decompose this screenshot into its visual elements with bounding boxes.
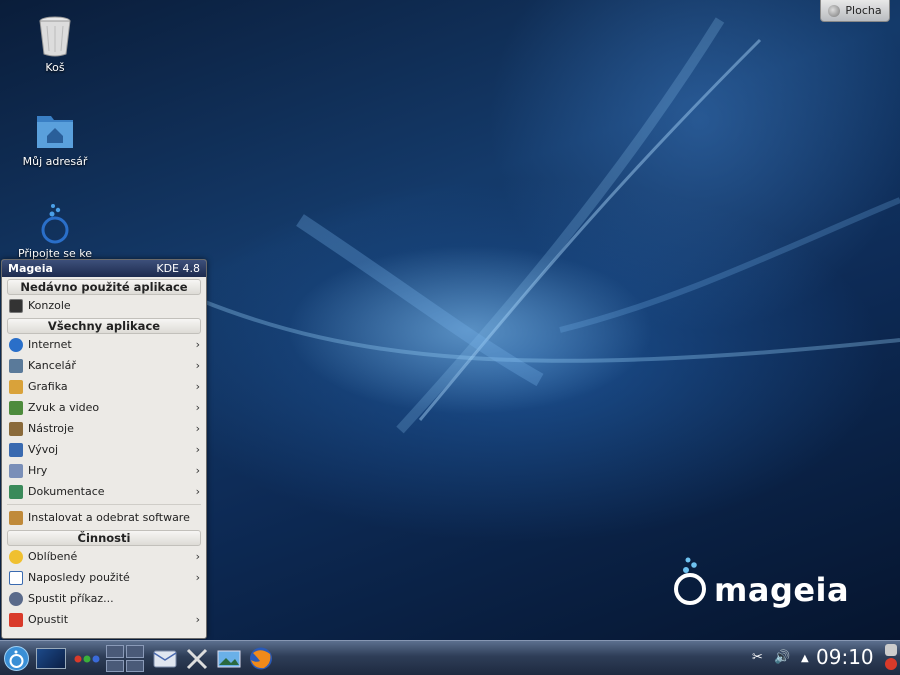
tools-icon — [9, 421, 23, 436]
menu-item-konzole[interactable]: Konzole — [2, 295, 206, 316]
menu-item-label: Instalovat a odebrat software — [28, 511, 190, 524]
activities-header: Činnosti — [7, 530, 201, 546]
menu-item-vyvoj[interactable]: Vývoj › — [2, 439, 206, 460]
package-icon — [9, 510, 23, 525]
menu-item-nastroje[interactable]: Nástroje › — [2, 418, 206, 439]
menu-version: KDE 4.8 — [156, 262, 200, 275]
desktop-icon-label: Můj adresář — [22, 155, 88, 168]
mageia-wordmark: mageia — [714, 571, 850, 609]
image-viewer-icon[interactable] — [216, 645, 242, 672]
graphics-icon — [9, 379, 23, 394]
desktop-1[interactable] — [106, 645, 124, 658]
menu-item-label: Vývoj — [28, 443, 59, 456]
mageia-cauldron-icon — [674, 557, 706, 605]
desktop-2[interactable] — [126, 645, 144, 658]
chevron-right-icon: › — [195, 443, 200, 456]
chevron-right-icon: › — [195, 613, 200, 626]
desktop-toolbox-label: Plocha — [845, 4, 882, 17]
menu-item-label: Spustit příkaz... — [28, 592, 114, 605]
menu-item-zvuk-a-video[interactable]: Zvuk a video › — [2, 397, 206, 418]
power-icon — [9, 612, 23, 627]
menu-item-label: Hry — [28, 464, 48, 477]
chevron-right-icon: › — [195, 359, 200, 372]
chevron-right-icon: › — [195, 338, 200, 351]
volume-icon[interactable]: 🔊 — [774, 650, 790, 665]
desktop-toolbox-button[interactable]: Plocha — [820, 0, 890, 22]
toolbox-icon — [828, 4, 841, 17]
menu-item-label: Konzole — [28, 299, 71, 312]
virtual-desktops[interactable] — [106, 645, 144, 672]
games-icon — [9, 463, 23, 478]
menu-item-label: Grafika — [28, 380, 68, 393]
taskbar — [0, 640, 900, 675]
menu-item-label: Kancelář — [28, 359, 76, 372]
menu-title: Mageia — [8, 262, 53, 275]
desktop-icon-trash[interactable]: Koš — [5, 16, 105, 74]
office-icon — [9, 358, 23, 373]
activity-manager-icon[interactable] — [72, 645, 102, 672]
home-folder-icon — [37, 116, 73, 148]
chevron-right-icon: › — [195, 422, 200, 435]
menu-item-label: Dokumentace — [28, 485, 105, 498]
application-launcher-menu: Mageia KDE 4.8 Nedávno použité aplikace … — [1, 259, 207, 639]
power-icon[interactable] — [885, 658, 897, 670]
star-icon — [9, 549, 23, 564]
trash-icon — [39, 16, 71, 57]
documentation-icon — [9, 484, 23, 499]
lock-icon[interactable] — [885, 644, 897, 656]
menu-item-oblibene[interactable]: Oblíbené › — [2, 546, 206, 567]
chevron-right-icon: › — [195, 485, 200, 498]
menu-item-hry[interactable]: Hry › — [2, 460, 206, 481]
menu-item-spustit-prikaz[interactable]: Spustit příkaz... — [2, 588, 206, 609]
desktop-3[interactable] — [106, 659, 124, 672]
tools-icon[interactable] — [184, 645, 210, 672]
development-icon — [9, 442, 23, 457]
clock[interactable]: 09:10 — [816, 645, 874, 669]
mageia-logo: mageia — [672, 556, 849, 606]
terminal-icon — [9, 298, 23, 313]
scissors-icon[interactable]: ✂ — [752, 650, 763, 665]
desktop-4[interactable] — [126, 659, 144, 672]
menu-item-kancelar[interactable]: Kancelář › — [2, 355, 206, 376]
network-icon — [41, 204, 69, 244]
firefox-icon[interactable] — [248, 645, 274, 672]
menu-item-internet[interactable]: Internet › — [2, 334, 206, 355]
recent-icon — [9, 570, 23, 585]
chevron-right-icon: › — [195, 401, 200, 414]
menu-item-grafika[interactable]: Grafika › — [2, 376, 206, 397]
multimedia-icon — [9, 400, 23, 415]
application-launcher-button[interactable] — [3, 645, 30, 672]
desktop-pager[interactable] — [36, 648, 66, 669]
menu-item-naposledy-pouzite[interactable]: Naposledy použité › — [2, 567, 206, 588]
menu-item-label: Nástroje — [28, 422, 74, 435]
menu-item-label: Zvuk a video — [28, 401, 100, 414]
menu-item-install-software[interactable]: Instalovat a odebrat software — [2, 507, 206, 528]
menu-separator — [7, 504, 201, 505]
mail-client-icon[interactable] — [152, 645, 178, 672]
desktop-icon-network[interactable]: Připojte se ke — [5, 202, 105, 260]
chevron-right-icon: › — [195, 550, 200, 563]
menu-item-opustit[interactable]: Opustit › — [2, 609, 206, 630]
tray-expand-icon[interactable]: ▲ — [801, 653, 809, 664]
run-icon — [9, 591, 23, 606]
menu-item-dokumentace[interactable]: Dokumentace › — [2, 481, 206, 502]
menu-item-label: Internet — [28, 338, 72, 351]
all-apps-header: Všechny aplikace — [7, 318, 201, 334]
chevron-right-icon: › — [195, 571, 200, 584]
menu-header: Mageia KDE 4.8 — [2, 260, 206, 277]
session-controls — [884, 644, 898, 672]
menu-item-label: Oblíbené — [28, 550, 78, 563]
recent-apps-header: Nedávno použité aplikace — [7, 279, 201, 295]
desktop-icon-home[interactable]: Můj adresář — [5, 110, 105, 168]
desktop-icon-label: Koš — [45, 61, 65, 74]
menu-item-label: Opustit — [28, 613, 69, 626]
chevron-right-icon: › — [195, 464, 200, 477]
globe-icon — [9, 337, 23, 352]
chevron-right-icon: › — [195, 380, 200, 393]
menu-item-label: Naposledy použité — [28, 571, 130, 584]
